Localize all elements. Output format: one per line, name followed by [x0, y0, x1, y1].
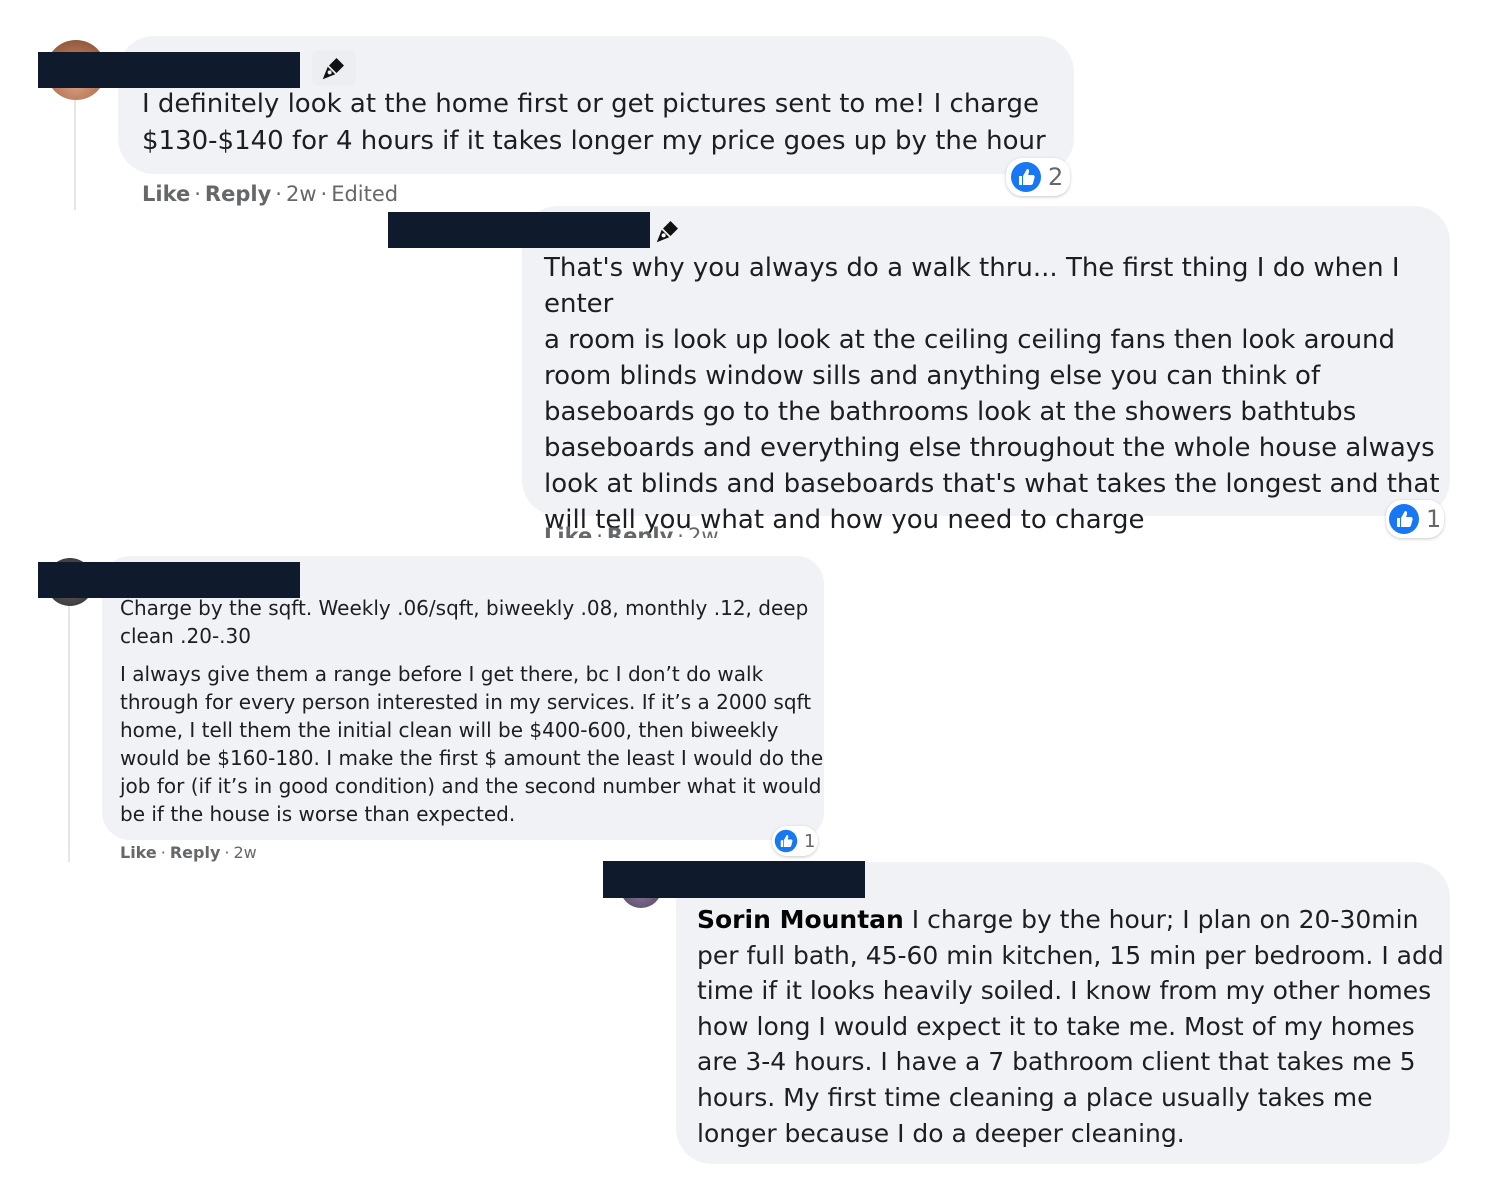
timestamp[interactable]: 2w: [688, 524, 719, 538]
pen-icon: [648, 214, 688, 248]
reaction-number: 1: [804, 830, 816, 852]
comment-text: I definitely look at the home first or g…: [142, 89, 1046, 156]
reaction-count[interactable]: 2: [1006, 158, 1070, 196]
redacted-author-name: [603, 861, 865, 898]
thread-line: [68, 600, 70, 862]
pen-icon: [312, 50, 356, 86]
separator: ·: [596, 524, 603, 538]
timestamp[interactable]: 2w: [286, 182, 317, 206]
comment-bubble: Charge by the sqft. Weekly .06/sqft, biw…: [102, 556, 824, 840]
like-icon: [1389, 504, 1419, 534]
separator: ·: [224, 843, 230, 862]
separator: ·: [160, 843, 166, 862]
redacted-author-name: [38, 562, 300, 598]
separator: ·: [194, 182, 201, 206]
comment-text: That's why you always do a walk thru... …: [544, 253, 1440, 535]
timestamp[interactable]: 2w: [233, 843, 256, 862]
reply-button[interactable]: Reply: [205, 182, 271, 206]
redacted-author-name: [38, 52, 300, 88]
comment-body: I charge by the hour; I plan on 20-30min…: [697, 905, 1444, 1148]
separator: ·: [275, 182, 282, 206]
comment-actions: Like · Reply · 2w: [120, 842, 257, 864]
reaction-count[interactable]: 1: [772, 826, 818, 856]
thread-line: [74, 100, 76, 210]
like-icon: [774, 829, 798, 853]
like-button[interactable]: Like: [544, 524, 592, 538]
like-icon: [1011, 162, 1041, 192]
like-button[interactable]: Like: [120, 843, 157, 862]
comment-text: Sorin Mountan I charge by the hour; I pl…: [697, 902, 1444, 1151]
comment-actions: Like · Reply · 2w · Edited: [142, 180, 398, 208]
reaction-count[interactable]: 1: [1386, 500, 1444, 538]
comment-paragraph-2: I always give them a range before I get …: [120, 662, 824, 826]
comment-actions: Like · Reply · 2w: [544, 522, 719, 538]
mention-link[interactable]: Sorin Mountan: [697, 905, 904, 934]
comment-bubble: That's why you always do a walk thru... …: [522, 206, 1450, 535]
comment-paragraph-1: Charge by the sqft. Weekly .06/sqft, biw…: [120, 596, 809, 648]
separator: ·: [320, 182, 328, 206]
like-button[interactable]: Like: [142, 182, 190, 206]
separator: ·: [677, 524, 684, 538]
redacted-author-name: [388, 212, 650, 248]
reply-button[interactable]: Reply: [607, 524, 673, 538]
reply-button[interactable]: Reply: [170, 843, 221, 862]
reaction-number: 2: [1048, 163, 1064, 191]
comment-bubble: Sorin Mountan I charge by the hour; I pl…: [676, 862, 1450, 1164]
edited-label: Edited: [331, 182, 399, 206]
reaction-number: 1: [1426, 505, 1442, 533]
